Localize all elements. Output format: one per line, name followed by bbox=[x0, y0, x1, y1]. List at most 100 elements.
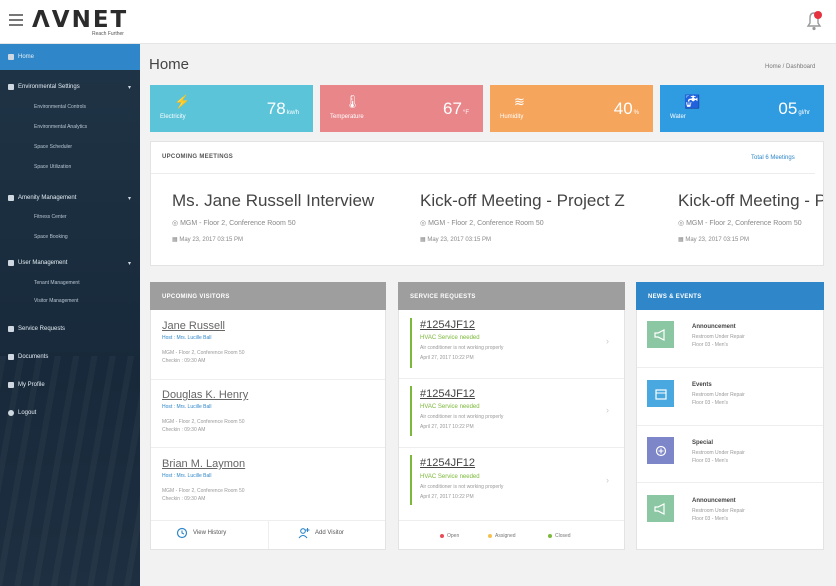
visitor-host: Host : Mrs. Lucille Ball bbox=[162, 473, 212, 479]
service-request-description: Air conditioner is not working properly bbox=[420, 414, 504, 420]
document-icon bbox=[8, 354, 14, 360]
person-icon bbox=[8, 382, 14, 388]
service-request-id[interactable]: #1254JF12 bbox=[420, 457, 475, 469]
row-divider bbox=[151, 447, 385, 448]
chevron-right-icon[interactable]: › bbox=[606, 405, 609, 415]
stat-tile-electricity[interactable]: ⚡ Electricity 78kw/h bbox=[150, 85, 313, 132]
history-icon bbox=[176, 527, 188, 539]
service-request-id[interactable]: #1254JF12 bbox=[420, 319, 475, 331]
chevron-right-icon[interactable]: › bbox=[606, 475, 609, 485]
chevron-down-icon[interactable]: ▾ bbox=[128, 195, 131, 202]
chevron-right-icon[interactable]: › bbox=[606, 336, 609, 346]
visitor-host: Host : Mrs. Lucille Ball bbox=[162, 404, 212, 410]
meeting-datetime: ▦ May 23, 2017 03:15 PM bbox=[420, 237, 492, 243]
sidebar-subitem-space-booking[interactable]: Space Booking bbox=[34, 234, 68, 240]
sidebar-item-documents[interactable]: Documents bbox=[8, 354, 48, 360]
news-subtitle: Restroom Under Repair bbox=[692, 392, 745, 398]
sidebar-item-user-management[interactable]: User Management bbox=[8, 260, 67, 266]
service-request-type: HVAC Service needed bbox=[420, 404, 480, 410]
sidebar-item-service-requests[interactable]: Service Requests bbox=[8, 326, 65, 332]
row-divider bbox=[399, 520, 624, 521]
visitor-checkin: Checkin : 09:30 AM bbox=[162, 427, 206, 433]
news-subtitle: Restroom Under Repair bbox=[692, 334, 745, 340]
sidebar-subitem-environmental-controls[interactable]: Environmental Controls bbox=[34, 104, 86, 110]
stat-tile-temperature[interactable]: 🌡 Temperature 67°F bbox=[320, 85, 483, 132]
stat-tile-water[interactable]: 🚰 Water 05gl/hr bbox=[660, 85, 824, 132]
visitor-name[interactable]: Brian M. Laymon bbox=[162, 458, 245, 470]
meeting-title[interactable]: Kick-off Meeting - Project Z bbox=[420, 191, 625, 211]
visitor-location: MGM - Floor 2, Conference Room 50 bbox=[162, 419, 245, 425]
status-dot bbox=[548, 534, 552, 538]
service-request-type: HVAC Service needed bbox=[420, 335, 480, 341]
sidebar-subitem-space-scheduler[interactable]: Space Scheduler bbox=[34, 144, 72, 150]
news-events-heading: NEWS & EVENTS bbox=[636, 282, 824, 310]
sidebar-subitem-tenant-management[interactable]: Tenant Management bbox=[34, 280, 80, 286]
legend-closed: Closed bbox=[548, 533, 571, 539]
stat-tile-humidity[interactable]: ≋ Humidity 40% bbox=[490, 85, 653, 132]
sidebar-subitem-fitness-center[interactable]: Fitness Center bbox=[34, 214, 67, 220]
visitors-heading: UPCOMING VISITORS bbox=[150, 282, 386, 310]
visitor-host: Host : Mrs. Lucille Ball bbox=[162, 335, 212, 341]
power-icon bbox=[8, 410, 14, 416]
meeting-datetime: ▦ May 23, 2017 03:15 PM bbox=[678, 237, 750, 243]
meeting-title[interactable]: Ms. Jane Russell Interview bbox=[172, 191, 374, 211]
service-request-date: April 27, 2017 10:22 PM bbox=[420, 355, 474, 361]
sidebar-subitem-space-utilization[interactable]: Space Utilization bbox=[34, 164, 71, 170]
service-request-date: April 27, 2017 10:22 PM bbox=[420, 424, 474, 430]
brand-tagline: Reach Further bbox=[92, 31, 124, 37]
meetings-heading: UPCOMING MEETINGS bbox=[162, 154, 234, 160]
news-title[interactable]: Special bbox=[692, 440, 713, 446]
news-subtitle: Restroom Under Repair bbox=[692, 450, 745, 456]
news-title[interactable]: Announcement bbox=[692, 498, 736, 504]
calendar-icon[interactable] bbox=[647, 380, 674, 407]
service-request-description: Air conditioner is not working properly bbox=[420, 484, 504, 490]
service-request-type: HVAC Service needed bbox=[420, 474, 480, 480]
legend-assigned: Assigned bbox=[488, 533, 516, 539]
sliders-icon bbox=[8, 84, 14, 90]
visitor-checkin: Checkin : 09:30 AM bbox=[162, 496, 206, 502]
chevron-down-icon[interactable]: ▾ bbox=[128, 84, 131, 91]
news-subtitle: Floor 03 - Men's bbox=[692, 342, 728, 348]
chevron-down-icon[interactable]: ▾ bbox=[128, 260, 131, 267]
notification-bell-icon[interactable] bbox=[805, 10, 823, 32]
news-subtitle: Floor 03 - Men's bbox=[692, 458, 728, 464]
brand-logo: ΛVNET bbox=[32, 7, 129, 33]
sidebar-subitem-visitor-management[interactable]: Visitor Management bbox=[34, 298, 78, 304]
total-meetings-link[interactable]: Total 6 Meetings bbox=[751, 155, 795, 161]
meeting-datetime: ▦ May 23, 2017 03:15 PM bbox=[172, 237, 244, 243]
status-indicator-bar bbox=[410, 455, 412, 505]
service-request-id[interactable]: #1254JF12 bbox=[420, 388, 475, 400]
service-requests-heading: SERVICE REQUESTS bbox=[398, 282, 625, 310]
sidebar-item-home[interactable]: Home bbox=[8, 54, 34, 60]
row-divider bbox=[151, 379, 385, 380]
visitor-name[interactable]: Jane Russell bbox=[162, 320, 225, 332]
meeting-card-clipped: Kick-off Meeting - Project Z ◎ MGM - Flo… bbox=[670, 180, 823, 265]
sidebar-item-logout[interactable]: Logout bbox=[8, 410, 36, 416]
location-pin-icon: ◎ bbox=[678, 220, 687, 227]
menu-toggle-icon[interactable] bbox=[9, 14, 23, 26]
meeting-location: ◎ MGM - Floor 2, Conference Room 50 bbox=[678, 220, 802, 227]
view-history-button[interactable]: View History bbox=[176, 527, 226, 539]
location-pin-icon: ◎ bbox=[172, 220, 181, 227]
sidebar-item-my-profile[interactable]: My Profile bbox=[8, 382, 45, 388]
sidebar-item-environmental-settings[interactable]: Environmental Settings bbox=[8, 84, 80, 90]
service-request-description: Air conditioner is not working properly bbox=[420, 345, 504, 351]
megaphone-icon[interactable] bbox=[647, 321, 674, 348]
add-visitor-button[interactable]: Add Visitor bbox=[298, 527, 344, 539]
humidity-icon: ≋ bbox=[514, 94, 525, 109]
star-icon[interactable] bbox=[647, 437, 674, 464]
news-title[interactable]: Events bbox=[692, 382, 712, 388]
sidebar-subitem-environmental-analytics[interactable]: Environmental Analytics bbox=[34, 124, 87, 130]
breadcrumb[interactable]: Home / Dashboard bbox=[765, 64, 815, 70]
status-indicator-bar bbox=[410, 318, 412, 368]
lightning-icon: ⚡ bbox=[174, 94, 191, 109]
news-subtitle: Restroom Under Repair bbox=[692, 508, 745, 514]
row-divider bbox=[637, 425, 823, 426]
row-divider bbox=[399, 447, 624, 448]
megaphone-icon[interactable] bbox=[647, 495, 674, 522]
sidebar-item-amenity-management[interactable]: Amenity Management bbox=[8, 195, 76, 201]
news-title[interactable]: Announcement bbox=[692, 324, 736, 330]
visitor-name[interactable]: Douglas K. Henry bbox=[162, 389, 248, 401]
meeting-title[interactable]: Kick-off Meeting - Project Z bbox=[678, 191, 823, 211]
row-divider bbox=[399, 378, 624, 379]
